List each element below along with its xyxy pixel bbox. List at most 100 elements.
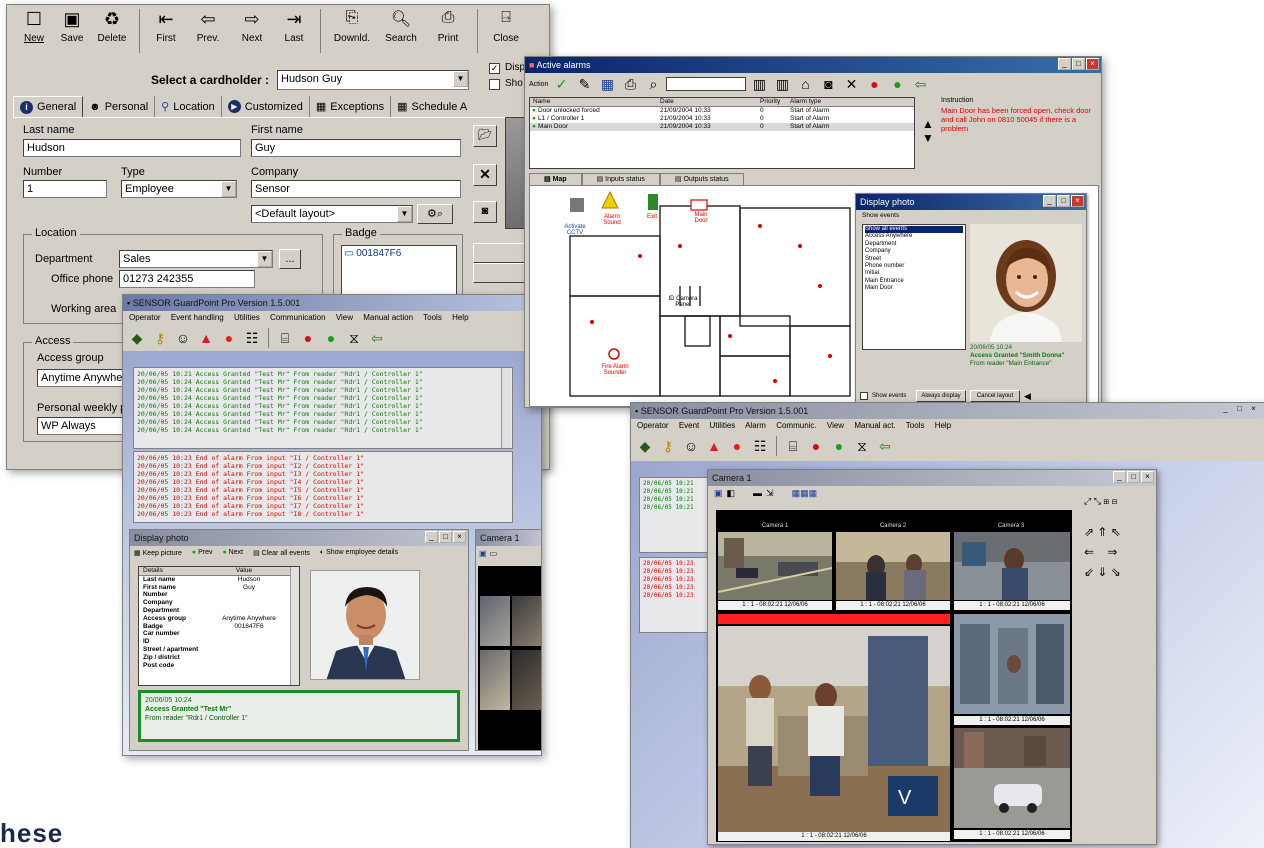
camera-feed-main[interactable]: V xyxy=(718,626,950,832)
chevron-down-icon[interactable]: ▼ xyxy=(397,206,412,222)
tab-general[interactable]: i General xyxy=(13,96,84,117)
alarm-row[interactable]: ● Main Door 21/09/2004 10:33 0 Start of Alar… xyxy=(530,123,914,131)
badge-list-item[interactable]: 001847F6 xyxy=(356,248,401,259)
floor-icon[interactable]: ▥ xyxy=(772,74,792,94)
last-button[interactable]: ⇥ Last xyxy=(274,9,314,57)
menu-utilities[interactable]: Utilities xyxy=(710,421,736,430)
red-status-icon[interactable]: ● xyxy=(864,74,884,94)
number-field[interactable]: 1 xyxy=(23,180,107,198)
minimize-icon[interactable]: _ xyxy=(425,531,438,543)
camera-icon[interactable]: ◙ xyxy=(818,74,838,94)
first-button[interactable]: ⇤ First xyxy=(146,9,186,57)
list-item[interactable]: Main Entrance xyxy=(865,278,963,285)
menu-event[interactable]: Event xyxy=(679,421,699,430)
show-employee-button[interactable]: ◐ Show employee details xyxy=(320,549,398,557)
menu-view[interactable]: View xyxy=(827,421,844,430)
tools-icon[interactable]: ✕ xyxy=(841,74,861,94)
alarms-list[interactable]: Name Date Priority Alarm type ● Door unlo… xyxy=(529,97,915,169)
alarm-row[interactable]: ● L1 / Controller 1 21/09/2004 10:33 0 Start… xyxy=(530,115,914,123)
table-row[interactable]: Car number xyxy=(139,630,299,638)
list-item[interactable]: Company xyxy=(865,248,963,255)
access-event-log[interactable]: 20/06/05 10:21 Access Granted "Test Mr" … xyxy=(133,367,513,449)
camera-feed-5[interactable] xyxy=(954,728,1070,828)
camera-step-icon[interactable]: ⇲ xyxy=(766,488,774,502)
green-status-icon[interactable]: ● xyxy=(829,436,849,456)
arrow-up-icon[interactable]: ▲ xyxy=(919,117,937,131)
tab-exceptions[interactable]: ▦ Exceptions xyxy=(310,96,392,117)
tab-location[interactable]: ⚲ Location xyxy=(155,96,222,117)
table-row[interactable]: Badge 001847F6 xyxy=(139,623,299,631)
print-icon[interactable]: ⎙ xyxy=(620,74,640,94)
delete-button[interactable]: ♻ Delete xyxy=(91,9,133,57)
speaker-icon[interactable]: ◀ xyxy=(1024,391,1031,402)
cancel-layout-button[interactable]: Cancel layout xyxy=(970,390,1020,402)
camera-feed-3[interactable] xyxy=(954,532,1070,600)
green-status-icon[interactable]: ● xyxy=(321,328,341,348)
camera-mode-icon[interactable]: ▣ xyxy=(714,488,723,502)
search-button[interactable]: 🔍︎ Search xyxy=(377,9,425,57)
filter-icon[interactable]: ⧖ xyxy=(852,436,872,456)
browse-photo-button[interactable]: 📂︎ xyxy=(473,125,497,147)
green-status-icon[interactable]: ● xyxy=(887,74,907,94)
chevron-down-icon[interactable]: ▼ xyxy=(453,71,468,87)
menu-help[interactable]: Help xyxy=(452,313,468,322)
menu-alarm[interactable]: Alarm xyxy=(745,421,766,430)
map-label-alarm-sound[interactable]: Alarm Sound xyxy=(596,214,628,226)
exit-icon[interactable]: ⇦ xyxy=(875,436,895,456)
camera-feed-1[interactable] xyxy=(718,532,832,600)
menu-tools[interactable]: Tools xyxy=(423,313,442,322)
camera-select-icon[interactable]: ▭ xyxy=(490,549,498,561)
display-checkbox[interactable]: ✓ xyxy=(489,63,500,74)
menu-event-handling[interactable]: Event handling xyxy=(171,313,224,322)
alarm-filter-combo[interactable] xyxy=(666,77,747,91)
keep-picture-button[interactable]: ▦ Keep picture xyxy=(134,549,182,557)
video-access-log[interactable]: 20/06/05 10:21 20/06/05 10:21 20/06/05 1… xyxy=(639,477,709,553)
map-label-exit[interactable]: Exit xyxy=(640,214,664,220)
layout-combo[interactable]: <Default layout> ▼ xyxy=(251,205,413,223)
acknowledge-check-icon[interactable]: ✓ xyxy=(551,74,571,94)
close-icon[interactable]: × xyxy=(1071,195,1084,207)
map-label-id-camera[interactable]: ID Camera Panel xyxy=(668,296,698,308)
always-display-checkbox[interactable] xyxy=(860,392,868,400)
type-combo[interactable]: Employee ▼ xyxy=(121,180,237,198)
tab-personal[interactable]: ☻ Personal xyxy=(83,96,156,117)
close-button[interactable]: ⍈ Close xyxy=(484,9,528,57)
tab-customized[interactable]: ▶ Customized xyxy=(222,96,310,117)
company-field[interactable]: Sensor xyxy=(251,180,461,198)
arrow-down-icon[interactable]: ▼ xyxy=(919,131,937,145)
tab-schedule[interactable]: ▦ Schedule A xyxy=(391,96,473,117)
next-button[interactable]: ⇨ Next xyxy=(230,9,274,57)
card-reader-icon[interactable]: ◆ xyxy=(127,328,147,348)
menu-operator[interactable]: Operator xyxy=(637,421,669,430)
key-icon[interactable]: ⚷ xyxy=(150,328,170,348)
maximize-icon[interactable]: □ xyxy=(1072,58,1085,70)
maximize-icon[interactable]: □ xyxy=(1057,195,1070,207)
menu-operator[interactable]: Operator xyxy=(129,313,161,322)
menu-manual-action[interactable]: Manual action xyxy=(363,313,413,322)
exit-icon[interactable]: ⇦ xyxy=(910,74,930,94)
last-name-field[interactable]: Hudson xyxy=(23,139,241,157)
menu-view[interactable]: View xyxy=(336,313,353,322)
minimize-icon[interactable]: _ xyxy=(1058,58,1071,70)
alarm-event-log[interactable]: 20/06/05 10:23 End of alarm From input "… xyxy=(133,451,513,523)
access-group-combo[interactable]: Anytime Anywher xyxy=(37,369,131,387)
red-status-icon[interactable]: ● xyxy=(806,436,826,456)
chevron-down-icon[interactable]: ▼ xyxy=(257,251,272,267)
people-icon[interactable]: ☷ xyxy=(750,436,770,456)
access-log-scrollbar[interactable] xyxy=(501,368,511,448)
table-row[interactable]: Post code xyxy=(139,662,299,670)
photo-event-list[interactable]: Show all events Access Anywhere Departme… xyxy=(862,224,966,350)
cardholder-combo[interactable]: Hudson Guy ▼ xyxy=(277,70,469,90)
show-checkbox[interactable] xyxy=(489,79,500,90)
camera-select-icon[interactable]: ▬ xyxy=(753,488,762,502)
map-label-fire-alarm[interactable]: Fire Alarm Sounder xyxy=(594,364,636,376)
map-label-main-door[interactable]: Main Door xyxy=(688,212,714,224)
cardholder-icon[interactable]: ☺ xyxy=(681,436,701,456)
alarm-warning-icon[interactable]: ▲ xyxy=(704,436,724,456)
table-row[interactable]: Number xyxy=(139,591,299,599)
print-button[interactable]: ⎙ Print xyxy=(425,9,471,57)
filter-icon[interactable]: ⧖ xyxy=(344,328,364,348)
record-icon[interactable]: ◧ xyxy=(727,488,736,502)
tab-inputs-status[interactable]: ▤ Inputs status xyxy=(581,173,660,185)
key-icon[interactable]: ⚷ xyxy=(658,436,678,456)
